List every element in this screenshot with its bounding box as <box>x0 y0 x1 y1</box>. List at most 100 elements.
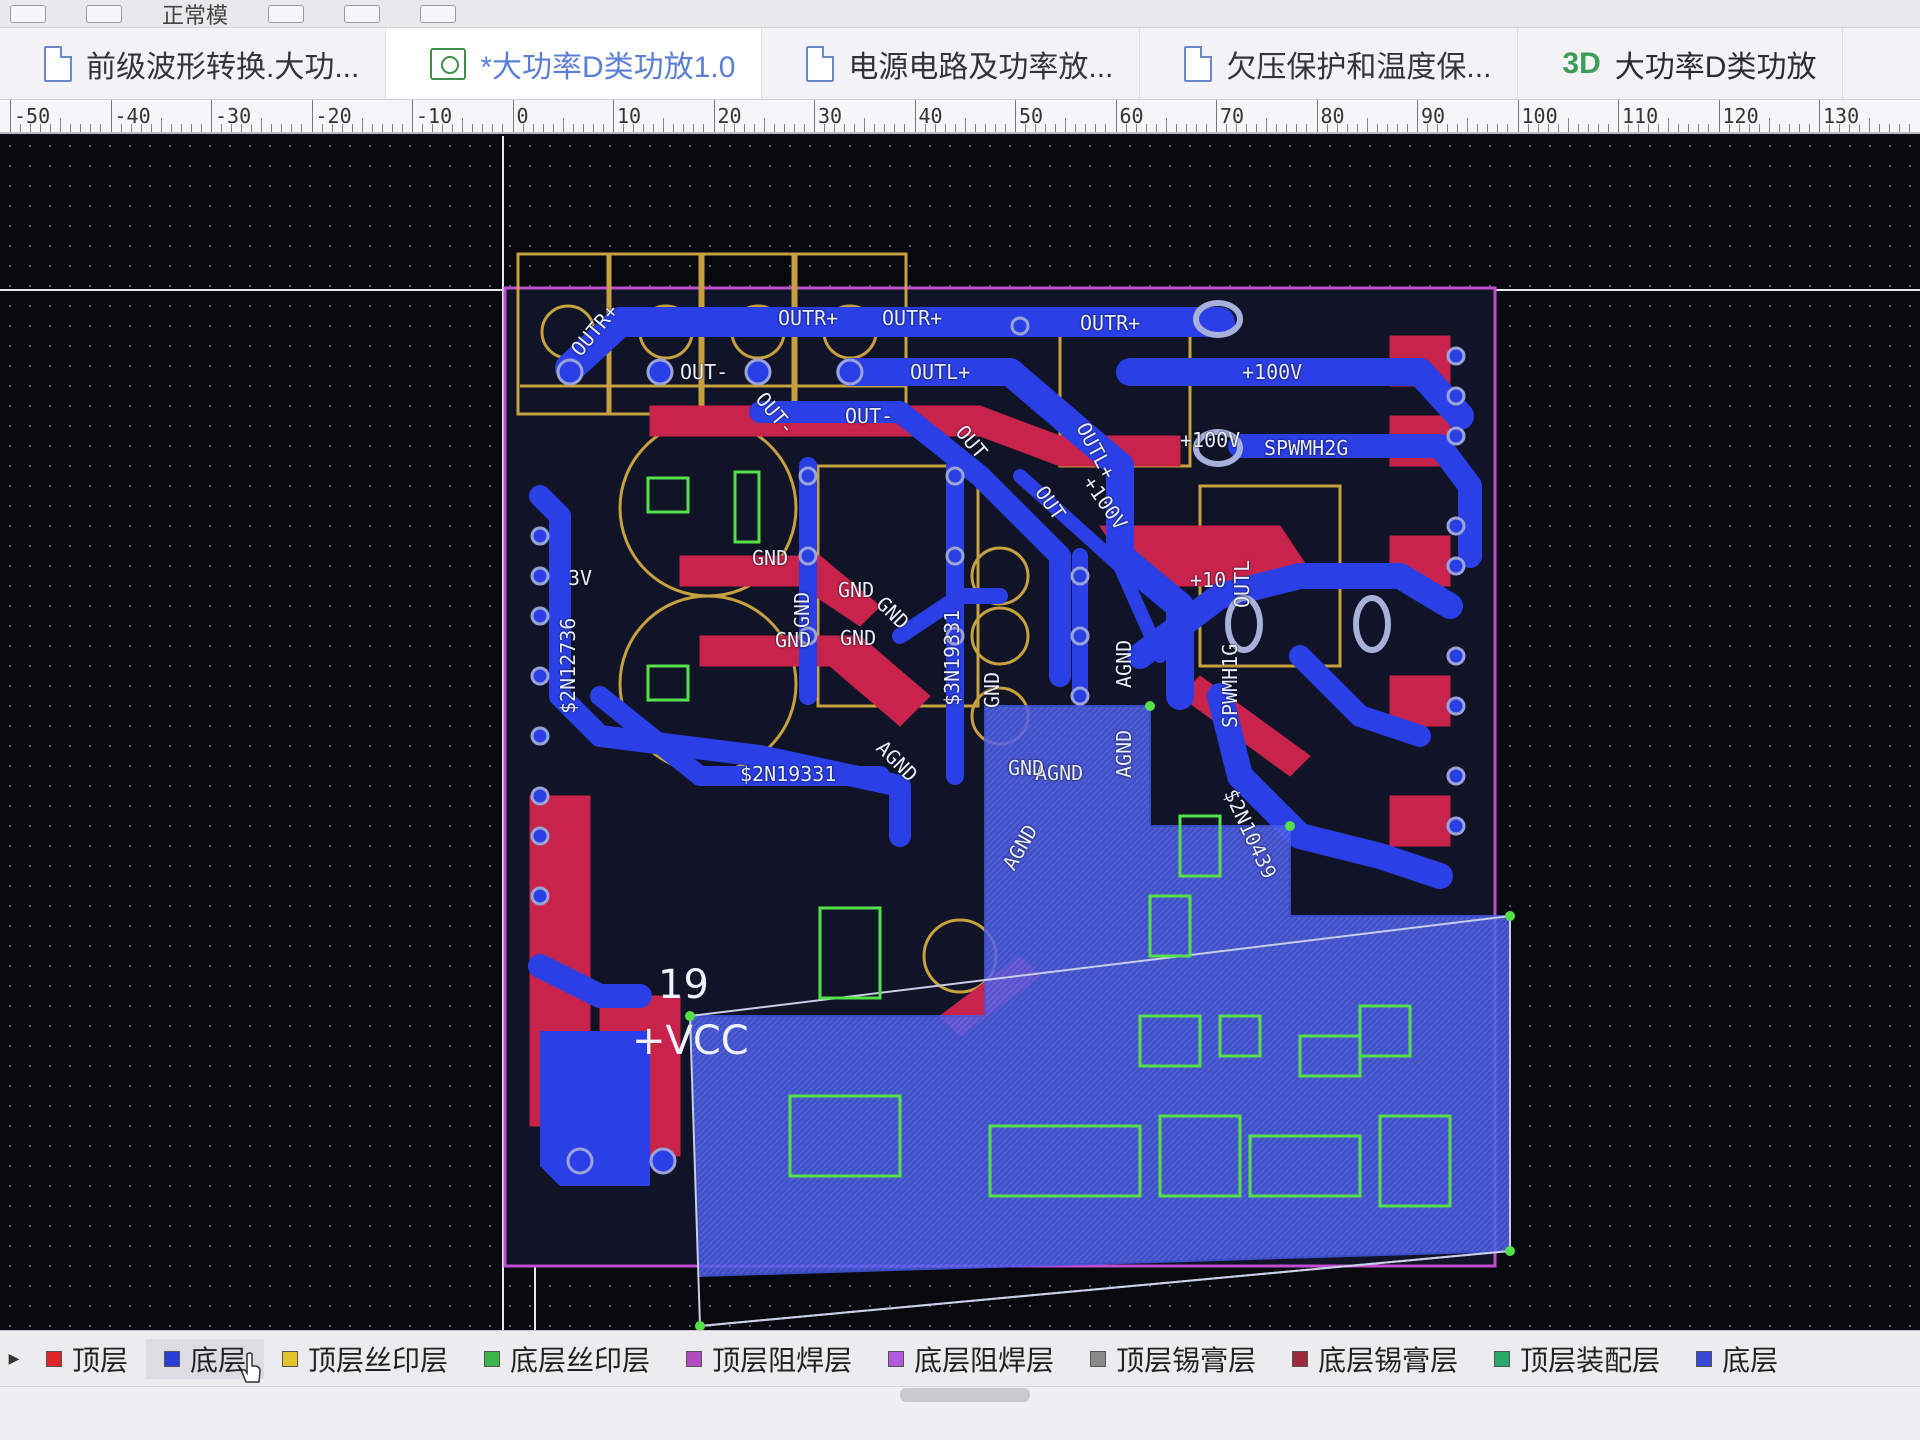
ruler-minor-tick <box>1045 124 1047 132</box>
layer-color-swatch <box>1494 1350 1511 1367</box>
layer-bottom-silkscreen[interactable]: 底层丝印层 <box>466 1339 668 1379</box>
tab-label: 电源电路及功率放... <box>848 50 1114 84</box>
tab-3d-view[interactable]: 3D 大功率D类功放 <box>1518 28 1844 99</box>
layer-top-solder-mask[interactable]: 顶层阻焊层 <box>668 1339 870 1379</box>
tab-class-d-amp-pcb[interactable]: *大功率D类功放1.0 <box>386 28 763 99</box>
layer-color-swatch <box>46 1350 62 1367</box>
layer-top-assembly[interactable]: 顶层装配层 <box>1476 1339 1678 1379</box>
layer-top-silkscreen[interactable]: 顶层丝印层 <box>264 1339 466 1379</box>
pcb-canvas[interactable]: OUTR+ OUTR+ OUTR+ OUTR+ OUT- OUTL+ OUT- OUT- OUT… <box>0 136 1920 1330</box>
document-tab-bar: 前级波形转换.大功... *大功率D类功放1.0 电源电路及功率放... 欠压保… <box>0 28 1920 100</box>
ruler-label: 40 <box>918 104 943 128</box>
layer-bottom-more[interactable]: 底层 <box>1678 1339 1796 1379</box>
ruler-minor-tick <box>301 124 303 132</box>
ruler-minor-tick <box>1085 124 1087 132</box>
horizontal-scrollbar-thumb[interactable] <box>900 1388 1030 1402</box>
tab-front-stage-waveform[interactable]: 前级波形转换.大功... <box>0 28 387 99</box>
ruler-minor-tick <box>1577 124 1579 132</box>
pcb-editor-window: 正常模 前级波形转换.大功... *大功率D类功放1.0 电源电路及功率放...… <box>0 0 1920 1440</box>
ruler-major-tick <box>1115 100 1117 132</box>
net-label: OUT- <box>680 360 729 384</box>
toolbar-button[interactable] <box>268 4 305 23</box>
ruler-minor-tick <box>1276 124 1278 132</box>
ruler-minor-tick <box>140 124 142 132</box>
toolbar-button[interactable] <box>420 4 457 23</box>
3d-icon: 3D <box>1562 46 1601 80</box>
ruler-minor-tick <box>934 124 936 132</box>
ruler-minor-tick <box>753 124 755 132</box>
net-label: GND <box>752 546 789 570</box>
ruler-minor-tick <box>1758 124 1760 132</box>
ruler-minor-tick <box>1286 124 1288 132</box>
ruler-label: 90 <box>1421 104 1446 128</box>
ruler-minor-tick <box>1658 124 1660 132</box>
ruler-label: 50 <box>1019 104 1044 128</box>
net-label: GND <box>1008 756 1045 780</box>
layer-color-swatch <box>1090 1350 1107 1367</box>
designator-label: 19 <box>658 962 709 1008</box>
toolbar-button[interactable] <box>86 4 122 23</box>
layer-label: 底层 <box>1722 1344 1779 1376</box>
net-label: OUTR+ <box>1080 311 1141 335</box>
toolbar-button[interactable] <box>344 4 381 23</box>
ruler-minor-tick <box>1175 124 1177 132</box>
ruler-minor-tick <box>361 118 363 132</box>
layer-color-swatch <box>164 1350 181 1367</box>
ruler-minor-tick <box>783 124 785 132</box>
ruler-minor-tick <box>884 124 886 132</box>
ruler-major-tick <box>211 100 212 132</box>
ruler-minor-tick <box>1638 124 1640 132</box>
ruler-minor-tick <box>1607 124 1609 132</box>
net-label: OUTL <box>1230 559 1254 608</box>
ruler-minor-tick <box>442 124 444 132</box>
ruler-minor-tick <box>150 124 152 132</box>
ruler-minor-tick <box>924 124 926 132</box>
ruler-minor-tick <box>1256 124 1258 132</box>
ruler-minor-tick <box>391 124 393 132</box>
ruler-minor-tick <box>944 124 946 132</box>
ruler-major-tick <box>1316 100 1318 132</box>
net-label: AGND <box>1112 729 1136 778</box>
ruler-minor-tick <box>1688 124 1690 132</box>
ruler-minor-tick <box>904 124 906 132</box>
layer-bottom-paste[interactable]: 底层锡膏层 <box>1274 1339 1476 1379</box>
toolbar-button[interactable] <box>10 4 46 23</box>
ruler-minor-tick <box>1447 124 1449 132</box>
pcb-board-drawing[interactable] <box>0 136 1920 1330</box>
ruler-minor-tick <box>1547 124 1549 132</box>
ruler-minor-tick <box>643 124 645 132</box>
ruler-minor-tick <box>773 124 775 132</box>
ruler-major-tick <box>814 100 815 132</box>
ruler-minor-tick <box>522 124 524 132</box>
layer-label: 底层锡膏层 <box>1318 1344 1459 1376</box>
tab-undervoltage-protection[interactable]: 欠压保护和温度保... <box>1140 28 1519 99</box>
ruler-minor-tick <box>1346 124 1348 132</box>
ruler-minor-tick <box>452 124 454 132</box>
ruler-minor-tick <box>1537 124 1539 132</box>
ruler-minor-tick <box>894 124 896 132</box>
layer-bottom-solder-mask[interactable]: 底层阻焊层 <box>870 1339 1072 1379</box>
net-label: GND <box>775 628 812 652</box>
ruler-major-tick <box>110 100 112 132</box>
ruler-label: 80 <box>1320 104 1345 128</box>
tab-power-circuit[interactable]: 电源电路及功率放... <box>762 28 1141 99</box>
layer-top-paste[interactable]: 顶层锡膏层 <box>1072 1339 1274 1379</box>
ruler-minor-tick <box>1306 124 1308 132</box>
layer-label: 底层丝印层 <box>510 1344 651 1376</box>
layer-top[interactable]: 顶层 <box>28 1339 146 1379</box>
ruler-minor-tick <box>170 124 172 132</box>
ruler-minor-tick <box>1768 118 1770 132</box>
ruler-label: 30 <box>818 104 843 128</box>
ruler-minor-tick <box>20 124 22 132</box>
layer-scroll-left-icon[interactable]: ▶ <box>0 1350 28 1367</box>
ruler-major-tick <box>311 100 313 132</box>
ruler-minor-tick <box>1678 124 1680 132</box>
layer-color-swatch <box>1292 1350 1309 1367</box>
ruler-minor-tick <box>703 124 705 132</box>
toolbar-mode-label[interactable]: 正常模 <box>162 0 228 30</box>
ruler-minor-tick <box>351 124 353 132</box>
ruler-minor-tick <box>844 124 846 132</box>
ruler-minor-tick <box>542 124 544 132</box>
ruler-minor-tick <box>1296 124 1298 132</box>
ruler-minor-tick <box>130 124 132 132</box>
